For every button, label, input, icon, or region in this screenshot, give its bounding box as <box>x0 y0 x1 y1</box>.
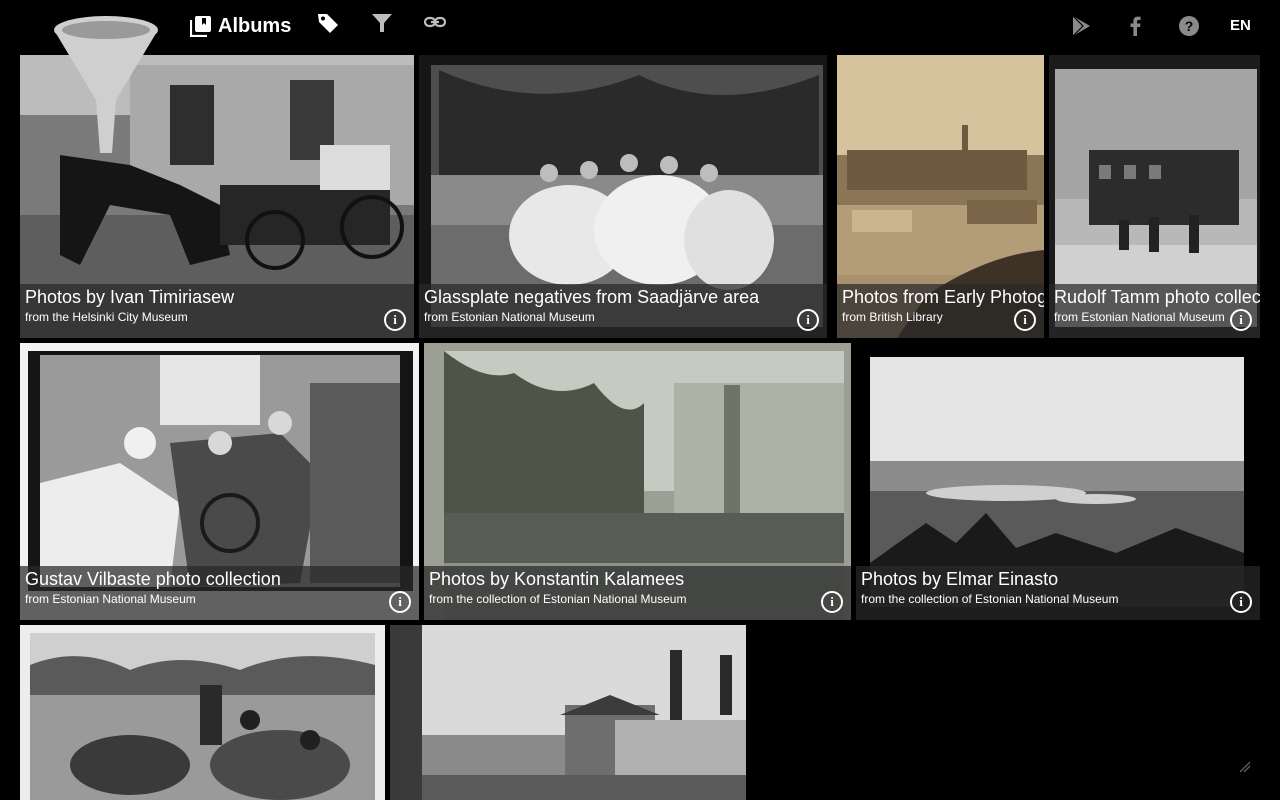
info-icon[interactable]: i <box>1230 591 1252 613</box>
album-caption: Photos from Early Photog from British Li… <box>837 284 1044 338</box>
funnel-logo-icon[interactable] <box>50 8 162 158</box>
svg-text:?: ? <box>1185 18 1194 34</box>
tag-icon[interactable] <box>316 11 340 35</box>
album-title: Photos by Konstantin Kalamees <box>429 569 685 589</box>
google-play-icon[interactable] <box>1069 14 1093 38</box>
help-icon[interactable]: ? <box>1177 14 1201 38</box>
album-title: Glassplate negatives from Saadjärve area <box>424 287 760 307</box>
album-caption: Photos by Konstantin Kalamees from the c… <box>424 566 851 620</box>
album-caption: Photos by Ivan Timiriasew from the Helsi… <box>20 284 414 338</box>
album-caption: Photos by Elmar Einasto from the collect… <box>856 566 1260 620</box>
album-photo <box>390 625 746 800</box>
albums-nav-link[interactable]: Albums <box>190 10 291 42</box>
album-title: Gustav Vilbaste photo collection <box>25 569 281 589</box>
album-card[interactable]: Photos from Early Photog from British Li… <box>837 55 1044 338</box>
facebook-icon[interactable] <box>1123 14 1147 38</box>
info-icon[interactable]: i <box>384 309 406 331</box>
albums-label: Albums <box>218 14 292 37</box>
album-card[interactable]: Photos by Konstantin Kalamees from the c… <box>424 343 851 620</box>
filter-icon[interactable] <box>370 11 394 35</box>
album-title: Photos from Early Photog <box>842 287 1044 307</box>
album-title: Photos by Elmar Einasto <box>861 569 1059 589</box>
album-caption: Gustav Vilbaste photo collection from Es… <box>20 566 419 620</box>
album-source: from the collection of Estonian National… <box>861 592 1119 606</box>
album-card[interactable]: Rudolf Tamm photo collec from Estonian N… <box>1049 55 1260 338</box>
album-source: from Estonian National Museum <box>25 592 196 606</box>
album-source: from British Library <box>842 310 943 324</box>
resize-handle-icon <box>1239 761 1251 773</box>
album-source: from the collection of Estonian National… <box>429 592 687 606</box>
album-card[interactable] <box>20 625 385 800</box>
album-card[interactable]: Glassplate negatives from Saadjärve area… <box>419 55 827 338</box>
info-icon[interactable]: i <box>389 591 411 613</box>
albums-icon <box>190 16 211 37</box>
info-icon[interactable]: i <box>1014 309 1036 331</box>
link-icon[interactable] <box>423 10 447 34</box>
language-selector[interactable]: EN <box>1230 17 1251 34</box>
album-card[interactable]: Photos by Elmar Einasto from the collect… <box>856 343 1260 620</box>
album-photo <box>20 625 385 800</box>
album-source: from Estonian National Museum <box>424 310 595 324</box>
album-title: Photos by Ivan Timiriasew <box>25 287 235 307</box>
album-caption: Glassplate negatives from Saadjärve area… <box>419 284 827 338</box>
album-title: Rudolf Tamm photo collec <box>1054 287 1260 307</box>
top-bar: Albums ? EN <box>0 0 1280 52</box>
info-icon[interactable]: i <box>821 591 843 613</box>
album-source: from Estonian National Museum <box>1054 310 1225 324</box>
album-card[interactable]: Gustav Vilbaste photo collection from Es… <box>20 343 419 620</box>
album-caption: Rudolf Tamm photo collec from Estonian N… <box>1049 284 1260 338</box>
info-icon[interactable]: i <box>1230 309 1252 331</box>
album-source: from the Helsinki City Museum <box>25 310 188 324</box>
album-card[interactable] <box>390 625 746 800</box>
info-icon[interactable]: i <box>797 309 819 331</box>
